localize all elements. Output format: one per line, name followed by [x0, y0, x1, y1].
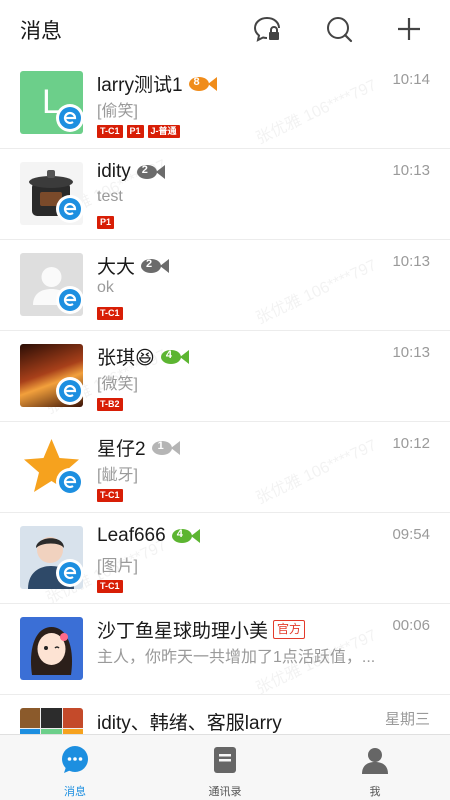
- bottom-tab-bar: 消息 通讯录 我: [0, 734, 450, 800]
- message-preview: [微笑]: [97, 376, 138, 393]
- contact-name-row: 沙丁鱼星球助理小美 官方: [97, 616, 306, 643]
- message-time: 09:54: [392, 526, 430, 543]
- contact-name-row: larry测试1 8: [97, 70, 218, 97]
- fish-level-number: 4: [176, 528, 183, 540]
- contact-name-row: 星仔2 1: [97, 434, 181, 461]
- official-badge: 官方: [273, 620, 306, 639]
- e-badge-icon: [56, 559, 84, 587]
- message-preview: 主人，你昨天一共增加了1点活跃值，...: [97, 649, 376, 666]
- tag: T-B2: [97, 398, 123, 411]
- message-time: 10:13: [392, 162, 430, 179]
- fish-level-number: 8: [193, 75, 200, 88]
- message-time: 星期三: [384, 711, 430, 728]
- fish-level-icon: 4: [160, 347, 190, 367]
- fish-level-number: 2: [146, 257, 153, 270]
- conversation-row[interactable]: Leaf666 4 09:54 [图片] T-C1: [0, 513, 450, 604]
- tag-list: T-B2: [97, 398, 123, 411]
- contact-name-row: 大大 2: [97, 252, 170, 279]
- conversation-row[interactable]: 大大 2 10:13 ok T-C1: [0, 240, 450, 331]
- tag: T-C1: [97, 489, 123, 502]
- contact-name: larry测试1: [97, 75, 183, 96]
- message-preview: [图片]: [97, 558, 138, 575]
- fish-level-number: 2: [141, 164, 148, 176]
- contact-name: idity: [97, 161, 131, 182]
- e-badge-icon: [56, 104, 84, 132]
- person-icon: [360, 745, 390, 775]
- assistant-girl-avatar: [30, 627, 73, 675]
- chat-lock-icon[interactable]: [250, 12, 284, 46]
- tab-label: 我: [369, 786, 381, 798]
- fish-level-icon: 2: [140, 256, 170, 276]
- contact-name: Leaf666: [97, 525, 166, 546]
- message-preview: [偷笑]: [97, 103, 138, 120]
- tab-messages[interactable]: 消息: [0, 735, 150, 800]
- contact-name: 大大: [97, 257, 136, 278]
- tag-list: T-C1: [97, 307, 123, 320]
- conversation-row[interactable]: 沙丁鱼星球助理小美 官方 00:06 主人，你昨天一共增加了1点活跃值，...: [0, 604, 450, 695]
- tab-label: 通讯录: [208, 786, 242, 798]
- avatar[interactable]: [20, 617, 83, 680]
- tag: P1: [126, 125, 144, 138]
- tag: T-C1: [97, 307, 123, 320]
- contacts-book-icon: [210, 745, 240, 775]
- group-avatar[interactable]: [20, 708, 83, 734]
- tab-contacts[interactable]: 通讯录: [150, 735, 300, 800]
- tag-list: T-C1: [97, 580, 123, 593]
- search-icon[interactable]: [322, 12, 356, 46]
- conversation-row[interactable]: 张琪😆 4 10:13 [微笑] T-B2: [0, 331, 450, 422]
- e-badge-icon: [56, 377, 84, 405]
- message-preview: test: [97, 188, 123, 205]
- contact-name-row: idity、韩绪、客服larry: [97, 708, 282, 734]
- conversation-row[interactable]: idity 2 10:13 test P1: [0, 149, 450, 240]
- contact-name-row: idity 2: [97, 161, 166, 183]
- tag: T-C1: [97, 580, 123, 593]
- e-badge-icon: [56, 195, 84, 223]
- plus-icon[interactable]: [392, 12, 426, 46]
- conversation-row[interactable]: L larry测试1 8 10:14 [偷笑] T-C1 P1 J-普通: [0, 58, 450, 149]
- fish-level-number: 4: [165, 348, 172, 361]
- tag: T-C1: [97, 125, 123, 138]
- tab-me[interactable]: 我: [300, 735, 450, 800]
- fish-level-number: 1: [157, 439, 164, 452]
- fish-level-icon: 8: [188, 74, 218, 94]
- contact-name-row: 张琪😆 4: [97, 343, 190, 370]
- e-badge-icon: [56, 286, 84, 314]
- message-bubble-icon: [60, 745, 90, 775]
- tag: P1: [97, 216, 115, 229]
- contact-name: 张琪😆: [97, 348, 155, 369]
- fish-level-icon: 4: [171, 526, 201, 546]
- tag-list: P1: [97, 216, 115, 229]
- fish-level-icon: 2: [136, 162, 166, 182]
- tag-list: T-C1: [97, 489, 123, 502]
- tag-list: T-C1 P1 J-普通: [97, 125, 180, 138]
- contact-name-row: Leaf666 4: [97, 525, 201, 547]
- e-badge-icon: [56, 468, 84, 496]
- message-time: 10:13: [392, 344, 430, 361]
- conversation-row[interactable]: idity、韩绪、客服larry 星期三: [0, 695, 450, 734]
- conversation-list: 张优雅 106****797 张优雅 106****797 张优雅 106***…: [0, 58, 450, 734]
- message-time: 10:12: [392, 435, 430, 452]
- message-time: 10:14: [392, 71, 430, 88]
- header-bar: 消息: [0, 0, 450, 58]
- fish-level-icon: 1: [151, 438, 181, 458]
- contact-name: 沙丁鱼星球助理小美: [97, 621, 269, 642]
- contact-name: 星仔2: [97, 439, 146, 460]
- group-name: idity、韩绪、客服larry: [97, 713, 282, 734]
- tab-label: 消息: [64, 786, 86, 798]
- conversation-row[interactable]: 星仔2 1 10:12 [龇牙] T-C1: [0, 422, 450, 513]
- message-time: 00:06: [392, 617, 430, 634]
- page-title: 消息: [20, 20, 62, 43]
- message-time: 10:13: [392, 253, 430, 270]
- message-preview: [龇牙]: [97, 467, 138, 484]
- message-preview: ok: [97, 279, 114, 296]
- tag: J-普通: [147, 125, 180, 138]
